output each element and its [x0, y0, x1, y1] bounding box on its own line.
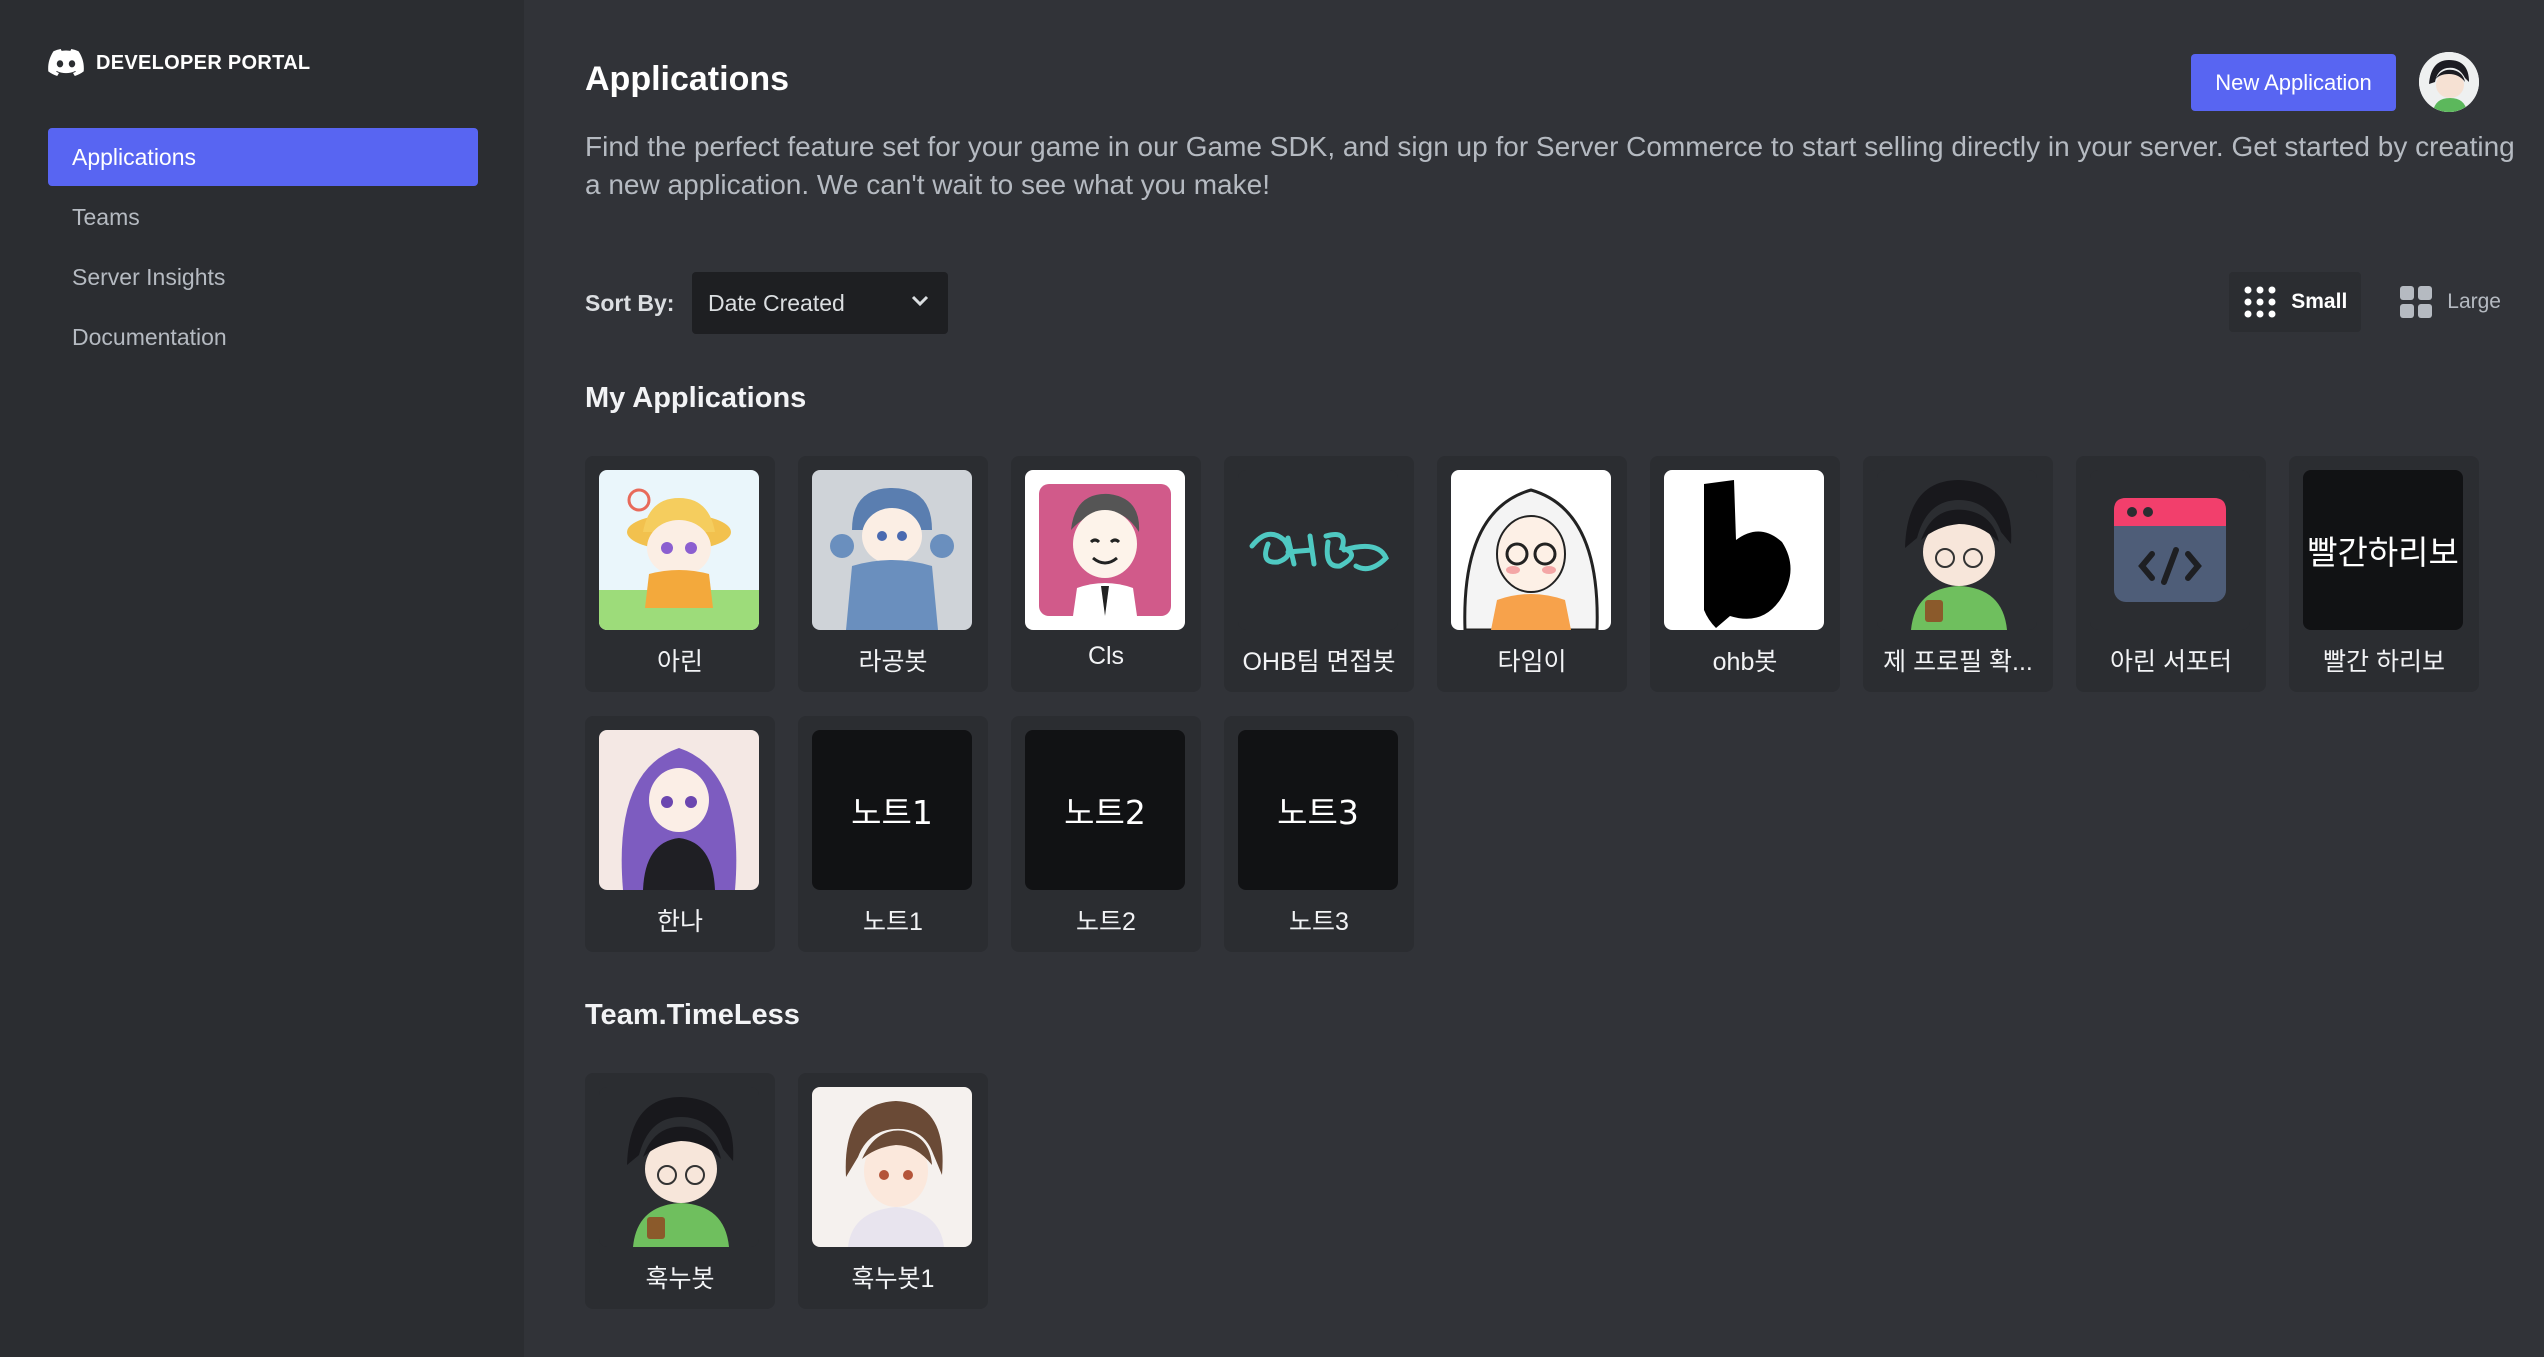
app-name: 노트2 [1076, 908, 1136, 936]
girl-yellow-hat-icon [599, 470, 759, 630]
app-name: 제 프로필 확... [1883, 648, 2033, 676]
app-card[interactable]: 노트3 노트3 [1224, 716, 1414, 952]
white-hair-girl-icon [1451, 470, 1611, 630]
app-card[interactable]: 빨간하리보 빨간 하리보 [2289, 456, 2479, 692]
app-name: 훅누봇 [645, 1265, 715, 1293]
code-window-icon [2090, 470, 2250, 630]
app-name: 아린 [656, 648, 703, 676]
team-section-title: Team.TimeLess [585, 999, 800, 1031]
avatar-image-icon [2419, 52, 2479, 112]
view-small-button[interactable]: Small [2229, 272, 2362, 332]
brand[interactable]: DEVELOPER PORTAL [48, 48, 476, 78]
app-name: 노트1 [863, 908, 923, 936]
user-avatar[interactable] [2419, 52, 2479, 112]
sidebar-item-server-insights[interactable]: Server Insights [48, 248, 478, 306]
app-name: 한나 [656, 908, 703, 936]
discord-logo-icon [48, 49, 84, 77]
smiling-man-icon [1025, 470, 1185, 630]
view-large-label: Large [2447, 290, 2501, 313]
app-initials-icon: 노트3 [1238, 730, 1398, 890]
chevron-down-icon [911, 295, 929, 307]
my-applications-grid: 아린 라공봇 Cls OHB팀 면접봇 타임이 ohb봇 제 프로필 확... … [585, 456, 2479, 952]
app-initials-icon: 빨간하리보 [2303, 470, 2463, 630]
sidebar-item-teams[interactable]: Teams [48, 188, 478, 246]
sidebar-item-documentation[interactable]: Documentation [48, 308, 478, 366]
app-name: 빨간 하리보 [2323, 648, 2445, 676]
sidebar: DEVELOPER PORTAL Applications Teams Serv… [0, 0, 524, 1357]
my-applications-title: My Applications [585, 382, 807, 414]
app-name: 아린 서포터 [2110, 648, 2232, 676]
green-hoodie-boy-icon [1877, 470, 2037, 630]
ohb-logo-icon [1238, 470, 1398, 630]
app-name: 라공봇 [858, 648, 928, 676]
app-card[interactable]: Cls [1011, 456, 1201, 692]
app-name: 훅누봇1 [851, 1265, 935, 1293]
app-card[interactable]: 제 프로필 확... [1863, 456, 2053, 692]
blue-hoodie-girl-icon [812, 470, 972, 630]
main-content: Applications New Application Find the pe… [524, 0, 2544, 1357]
app-card[interactable]: 노트1 노트1 [798, 716, 988, 952]
app-name: Cls [1087, 642, 1125, 670]
app-card[interactable]: ohb봇 [1650, 456, 1840, 692]
small-grid-icon [2244, 286, 2276, 318]
new-application-button[interactable]: New Application [2191, 54, 2396, 111]
sort-dropdown[interactable]: Date Created [692, 272, 948, 334]
app-name: 노트3 [1289, 908, 1349, 936]
app-name: 타임이 [1497, 648, 1567, 676]
app-card[interactable]: 훅누봇 [585, 1073, 775, 1309]
sidebar-item-applications[interactable]: Applications [48, 128, 478, 186]
app-card[interactable]: 타임이 [1437, 456, 1627, 692]
large-grid-icon [2400, 286, 2433, 318]
brown-hair-boy-icon [812, 1087, 972, 1247]
team-applications-grid: 훅누봇 훅누봇1 [585, 1073, 2479, 1309]
app-initials-icon: 노트1 [812, 730, 972, 890]
view-large-button[interactable]: Large [2385, 272, 2515, 332]
view-small-label: Small [2291, 290, 2348, 313]
sort-label: Sort By: [585, 290, 675, 316]
app-card[interactable]: 훅누봇1 [798, 1073, 988, 1309]
page-title: Applications [585, 60, 790, 98]
app-initials-icon: 노트2 [1025, 730, 1185, 890]
green-hoodie-boy-icon [599, 1087, 759, 1247]
app-name: ohb봇 [1712, 648, 1778, 676]
toolbar: Sort By: Date Created Small Large [585, 272, 2515, 334]
app-card[interactable]: 아린 서포터 [2076, 456, 2266, 692]
app-card[interactable]: 한나 [585, 716, 775, 952]
sort-selected-value: Date Created [708, 289, 845, 316]
page-description: Find the perfect feature set for your ga… [585, 131, 2515, 200]
app-name: OHB팀 면접봇 [1242, 648, 1396, 676]
brand-title: DEVELOPER PORTAL [96, 51, 311, 74]
purple-hair-girl-icon [599, 730, 759, 890]
app-card[interactable]: 라공봇 [798, 456, 988, 692]
sidebar-nav: Applications Teams Server Insights Docum… [48, 128, 478, 366]
letter-b-icon [1664, 470, 1824, 630]
page-header: Applications New Application [524, 0, 2544, 130]
app-card[interactable]: OHB팀 면접봇 [1224, 456, 1414, 692]
app-card[interactable]: 노트2 노트2 [1011, 716, 1201, 952]
app-card[interactable]: 아린 [585, 456, 775, 692]
view-size-toggle: Small Large [2229, 272, 2515, 332]
